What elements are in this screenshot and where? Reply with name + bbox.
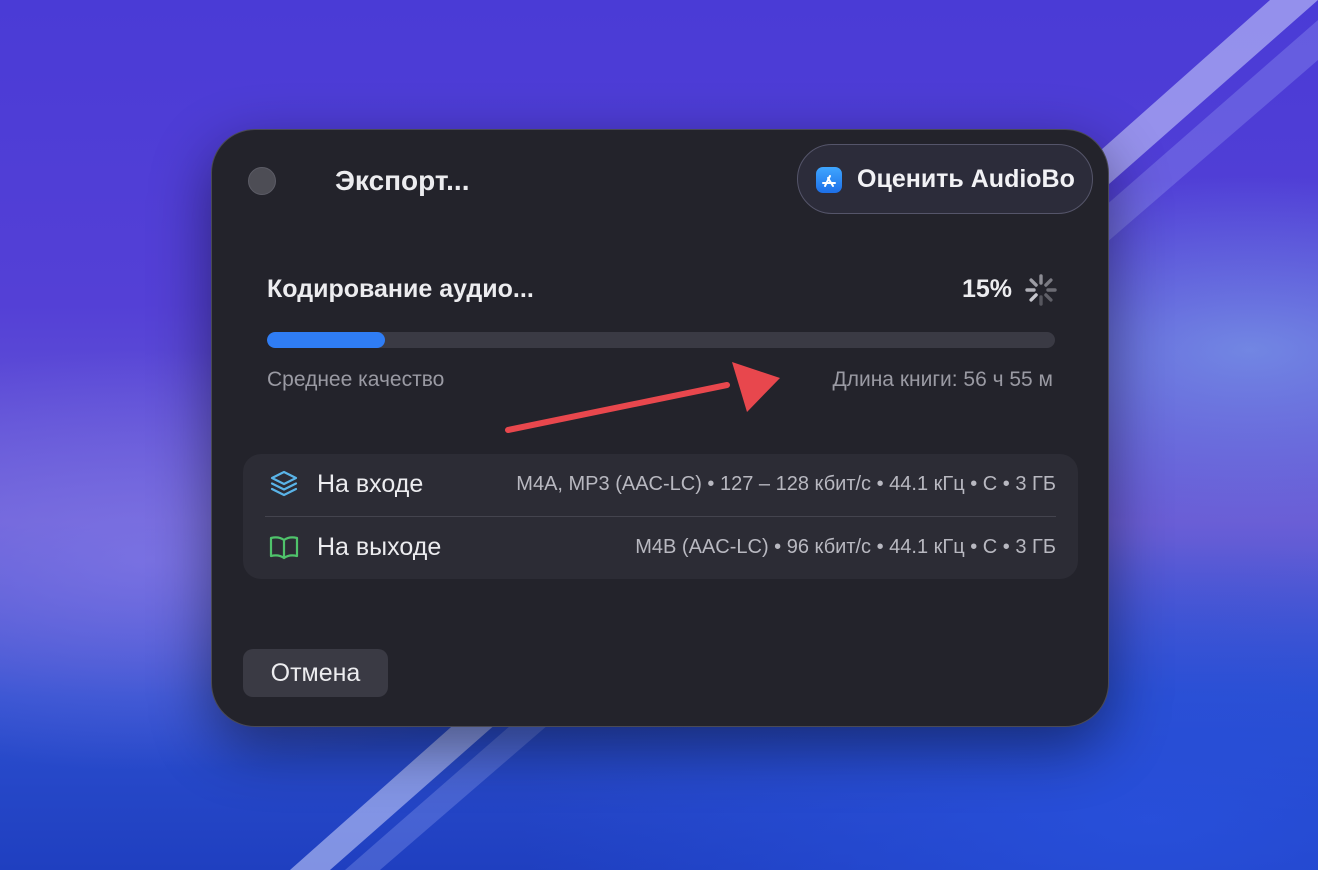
annotation-arrow	[505, 362, 780, 433]
cancel-button[interactable]: Отмена	[243, 649, 388, 697]
export-dialog: Экспорт... Оценить AudioBo Кодирование а…	[211, 129, 1109, 727]
info-divider	[265, 516, 1056, 517]
input-format-value: M4A, MP3 (AAC-LC) • 127 – 128 кбит/с • 4…	[516, 473, 1056, 495]
encoding-status: Кодирование аудио...	[267, 275, 534, 303]
loading-spinner-icon	[1025, 274, 1057, 306]
progress-bar	[267, 332, 1055, 348]
rate-app-button[interactable]: Оценить AudioBo	[797, 144, 1093, 214]
quality-label: Среднее качество	[267, 368, 445, 391]
layers-icon	[270, 470, 298, 497]
progress-percent: 15%	[961, 275, 1012, 303]
output-format-row: На выходе M4B (AAC-LC) • 96 кбит/с • 44.…	[243, 518, 1078, 576]
input-label: На входе	[317, 470, 424, 498]
cancel-label: Отмена	[270, 659, 361, 687]
input-format-row: На входе M4A, MP3 (AAC-LC) • 127 – 128 к…	[243, 455, 1078, 513]
progress-bar-fill	[267, 332, 386, 348]
book-icon	[269, 536, 299, 560]
book-length-label: Длина книги: 56 ч 55 м	[832, 368, 1054, 391]
format-info-panel: На входе M4A, MP3 (AAC-LC) • 127 – 128 к…	[243, 454, 1078, 579]
output-label: На выходе	[317, 533, 442, 561]
dialog-title: Экспорт...	[335, 165, 470, 196]
close-button[interactable]	[248, 167, 276, 195]
app-store-icon	[816, 167, 842, 193]
output-format-value: M4B (AAC-LC) • 96 кбит/с • 44.1 кГц • С …	[635, 536, 1056, 558]
rate-app-label: Оценить AudioBo	[857, 165, 1075, 193]
